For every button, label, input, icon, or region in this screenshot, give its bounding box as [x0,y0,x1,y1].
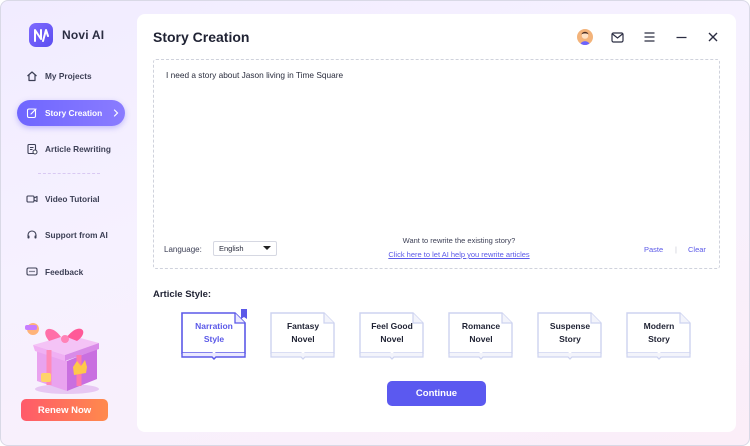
style-card-modern[interactable]: ModernStory [624,309,694,361]
chat-icon [26,266,38,278]
language-label: Language: [164,245,202,254]
style-card-suspense[interactable]: SuspenseStory [535,309,605,361]
chevron-right-icon [113,109,119,117]
minimize-button[interactable] [672,28,690,46]
gift-box-illustration [23,309,107,395]
edit-icon [26,107,38,119]
sidebar: Novi AI My Projects Story Creation Artic… [1,1,135,445]
continue-button[interactable]: Continue [387,381,486,406]
sidebar-item-label: Article Rewriting [45,144,111,154]
sidebar-item-label: Feedback [45,267,83,277]
clear-button[interactable]: Clear [688,245,706,254]
sidebar-item-label: Video Tutorial [45,194,100,204]
style-card-label: NarrationStyle [183,320,245,346]
user-avatar-button[interactable] [576,28,594,46]
style-card-fantasy[interactable]: FantasyNovel [268,309,338,361]
renew-now-button[interactable]: Renew Now [21,399,108,421]
brand: Novi AI [29,23,104,47]
caret-down-icon [263,246,271,250]
mail-button[interactable] [608,28,626,46]
avatar [577,29,593,45]
sidebar-item-label: Support from AI [45,230,108,240]
page-title: Story Creation [153,29,249,45]
sidebar-item-video-tutorial[interactable]: Video Tutorial [17,186,125,212]
video-icon [26,193,38,205]
sidebar-item-label: Story Creation [45,108,102,118]
story-editor: I need a story about Jason living in Tim… [153,59,720,269]
style-card-label: ModernStory [628,320,690,346]
sidebar-item-label: My Projects [45,71,92,81]
sidebar-item-my-projects[interactable]: My Projects [17,63,125,89]
sidebar-item-feedback[interactable]: Feedback [17,259,125,285]
sidebar-divider [38,173,100,174]
minimize-icon [676,36,687,39]
menu-button[interactable] [640,28,658,46]
style-card-label: RomanceNovel [450,320,512,346]
style-card-label: Feel GoodNovel [361,320,423,346]
headset-icon [26,229,38,241]
rewrite-question: Want to rewrite the existing story? [344,236,574,245]
novi-logo-icon [29,23,53,47]
style-card-label: SuspenseStory [539,320,601,346]
document-icon [26,143,38,155]
window-controls [576,28,722,46]
sidebar-item-story-creation[interactable]: Story Creation [17,100,125,126]
close-button[interactable] [704,28,722,46]
rewrite-link[interactable]: Click here to let AI help you rewrite ar… [344,250,574,259]
close-icon [708,32,718,42]
story-input[interactable]: I need a story about Jason living in Tim… [166,70,706,220]
app-window: Novi AI My Projects Story Creation Artic… [0,0,750,446]
style-card-romance[interactable]: RomanceNovel [446,309,516,361]
language-value: English [219,244,244,253]
language-select[interactable]: English [213,241,277,256]
article-style-label: Article Style: [153,289,211,300]
style-card-label: FantasyNovel [272,320,334,346]
mail-icon [611,32,624,43]
main-panel: Story Creation I need a story about Jaso… [137,14,736,432]
app-name: Novi AI [62,28,104,42]
sidebar-item-article-rewriting[interactable]: Article Rewriting [17,136,125,162]
paste-button[interactable]: Paste [644,245,663,254]
sidebar-item-support-from-ai[interactable]: Support from AI [17,222,125,248]
divider: | [675,245,677,254]
sidebar-nav: My Projects Story Creation Article Rewri… [17,63,125,295]
style-card-feel-good[interactable]: Feel GoodNovel [357,309,427,361]
style-card-narration[interactable]: NarrationStyle [179,309,249,361]
menu-icon [644,32,655,42]
home-icon [26,70,38,82]
